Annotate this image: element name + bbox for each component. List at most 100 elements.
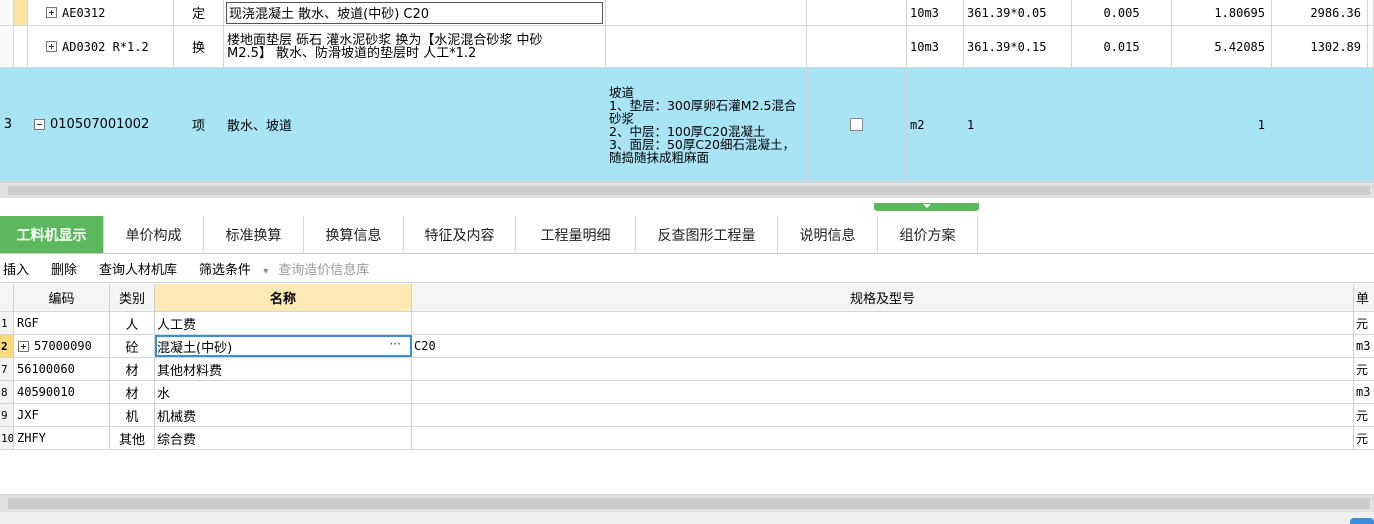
table-row[interactable]: 9 JXF 机机械费 元 — [0, 404, 1374, 427]
name-cell[interactable]: 机械费 — [155, 404, 412, 426]
table-row[interactable]: AE0312 定 现浇混凝土 散水、坡道(中砂) C20 10m3 361.39… — [0, 0, 1374, 26]
spec-cell[interactable]: C20 — [412, 335, 1354, 357]
feature-cell[interactable]: 坡道 1、垫层：300厚卵石灌M2.5混合砂浆 2、中层：100厚C20混凝土 … — [606, 68, 807, 181]
tab-quantity-detail[interactable]: 工程量明细 — [516, 216, 636, 253]
category-cell[interactable]: 材 — [110, 358, 155, 380]
name-cell[interactable]: 散水、坡道 — [224, 68, 606, 181]
expand-plus-icon[interactable] — [18, 340, 29, 352]
unit-cell[interactable]: 元 — [1354, 358, 1374, 380]
extra-cell — [1368, 0, 1374, 25]
table-row[interactable]: AD0302 R*1.2 换 楼地面垫层 砾石 灌水泥砂浆 换为【水泥混合砂浆 … — [0, 26, 1374, 68]
tab-standard-conversion[interactable]: 标准换算 — [204, 216, 304, 253]
price-cell: 1302.89 — [1272, 26, 1368, 67]
code-cell[interactable]: 40590010 — [14, 381, 110, 403]
quantity-cell: 1.80695 — [1172, 0, 1272, 25]
spec-cell[interactable] — [412, 427, 1354, 449]
query-price-info-button[interactable]: 查询造价信息库 — [278, 259, 369, 278]
flag-cell — [807, 0, 907, 25]
expand-plus-icon[interactable] — [46, 7, 57, 18]
name-cell[interactable]: 楼地面垫层 砾石 灌水泥砂浆 换为【水泥混合砂浆 中砂 M2.5】 散水、防滑坡… — [224, 26, 606, 67]
category-cell: 项 — [174, 68, 224, 181]
spec-cell[interactable] — [412, 358, 1354, 380]
category-cell[interactable]: 砼 — [110, 335, 155, 357]
row-marker — [14, 0, 28, 25]
row-index: 3 — [0, 68, 14, 181]
table-row[interactable]: 1 RGF 人人工费 元 — [0, 312, 1374, 335]
insert-button[interactable]: 插入 — [3, 259, 29, 278]
tab-features-content[interactable]: 特征及内容 — [404, 216, 516, 253]
code-cell[interactable]: JXF — [14, 404, 110, 426]
code-cell[interactable]: ZHFY — [14, 427, 110, 449]
delete-button[interactable]: 删除 — [51, 259, 77, 278]
name-cell[interactable]: 现浇混凝土 散水、坡道(中砂) C20 — [224, 0, 606, 25]
name-cell[interactable]: 人工费 — [155, 312, 412, 334]
name-cell[interactable]: 混凝土(中砂) ··· — [155, 335, 412, 357]
name-text: 现浇混凝土 散水、坡道(中砂) C20 — [229, 7, 430, 22]
upper-horizontal-scrollbar[interactable] — [0, 182, 1374, 198]
splitter-handle[interactable] — [874, 203, 979, 211]
name-cell[interactable]: 水 — [155, 381, 412, 403]
tab-conversion-info[interactable]: 换算信息 — [304, 216, 404, 253]
code-cell[interactable]: RGF — [14, 312, 110, 334]
resource-grid: 编码 类别 名称 规格及型号 单 1 RGF 人人工费元 2 57000090 砼混凝土(… — [0, 284, 1374, 494]
collapse-minus-icon[interactable] — [34, 119, 45, 130]
unit-cell[interactable]: m3 — [1354, 335, 1374, 357]
more-options-icon[interactable]: ··· — [390, 337, 401, 351]
flag-checkbox[interactable] — [850, 118, 863, 131]
unit-cell: 10m3 — [907, 0, 964, 25]
filter-dropdown[interactable]: 筛选条件 ▾ — [199, 259, 268, 278]
category-cell: 定 — [174, 0, 224, 25]
table-row[interactable]: 7 56100060 材其他材料费 元 — [0, 358, 1374, 381]
row-indicator — [0, 0, 14, 25]
code-cell[interactable]: 57000090 — [14, 335, 110, 357]
spec-cell[interactable] — [412, 312, 1354, 334]
unit-cell[interactable]: m3 — [1354, 381, 1374, 403]
scrollbar-thumb[interactable] — [8, 498, 1370, 509]
code-cell[interactable]: AE0312 — [28, 0, 174, 25]
code-cell[interactable]: 010507001002 — [28, 68, 174, 181]
detail-toolbar: 插入 删除 查询人材机库 筛选条件 ▾ 查询造价信息库 — [0, 255, 1374, 283]
unit-cell[interactable]: 元 — [1354, 404, 1374, 426]
category-cell[interactable]: 人 — [110, 312, 155, 334]
code-cell[interactable]: 56100060 — [14, 358, 110, 380]
lower-horizontal-scrollbar[interactable] — [0, 494, 1374, 512]
expression-cell: 361.39*0.05 — [964, 0, 1072, 25]
spec-cell[interactable] — [412, 381, 1354, 403]
expand-plus-icon[interactable] — [46, 41, 57, 52]
tab-pricing-scheme[interactable]: 组价方案 — [878, 216, 978, 253]
table-row[interactable]: 8 40590010 材水 m3 — [0, 381, 1374, 404]
code-text: 010507001002 — [50, 117, 150, 132]
category-cell[interactable]: 机 — [110, 404, 155, 426]
tab-unit-price-composition[interactable]: 单价构成 — [104, 216, 204, 253]
extra-cell — [1368, 26, 1374, 67]
category-cell[interactable]: 其他 — [110, 427, 155, 449]
code-cell[interactable]: AD0302 R*1.2 — [28, 26, 174, 67]
header-category[interactable]: 类别 — [110, 284, 155, 311]
name-cell[interactable]: 其他材料费 — [155, 358, 412, 380]
header-code[interactable]: 编码 — [14, 284, 110, 311]
name-cell[interactable]: 综合费 — [155, 427, 412, 449]
upper-grid: AE0312 定 现浇混凝土 散水、坡道(中砂) C20 10m3 361.39… — [0, 0, 1374, 182]
pane-divider — [0, 198, 1374, 216]
table-row-selected[interactable]: 3 010507001002 项 散水、坡道 坡道 1、垫层：300厚卵石灌M2… — [0, 68, 1374, 182]
header-name[interactable]: 名称 — [155, 284, 412, 311]
header-unit[interactable]: 单 — [1354, 284, 1374, 311]
table-row[interactable]: 2 57000090 砼混凝土(中砂) ··· C20 m3 — [0, 335, 1374, 358]
table-row[interactable]: 10 ZHFY 其他 综合费 元 — [0, 427, 1374, 450]
unit-cell[interactable]: 元 — [1354, 312, 1374, 334]
spec-cell[interactable] — [412, 404, 1354, 426]
tab-reverse-graphic-quantity[interactable]: 反查图形工程量 — [636, 216, 778, 253]
content-cell: 0.005 — [1072, 0, 1172, 25]
feature-cell — [606, 0, 807, 25]
query-material-lib-button[interactable]: 查询人材机库 — [99, 259, 177, 278]
unit-cell: 10m3 — [907, 26, 964, 67]
unit-cell[interactable]: 元 — [1354, 427, 1374, 449]
tab-labor-material-display[interactable]: 工料机显示 — [0, 216, 104, 253]
flag-cell[interactable] — [807, 68, 907, 181]
scrollbar-thumb[interactable] — [8, 186, 1370, 195]
expression-cell[interactable]: 1 — [964, 68, 1072, 181]
tab-description-info[interactable]: 说明信息 — [778, 216, 878, 253]
header-spec[interactable]: 规格及型号 — [412, 284, 1354, 311]
category-cell[interactable]: 材 — [110, 381, 155, 403]
name-edit-box[interactable]: 现浇混凝土 散水、坡道(中砂) C20 — [226, 1, 603, 24]
